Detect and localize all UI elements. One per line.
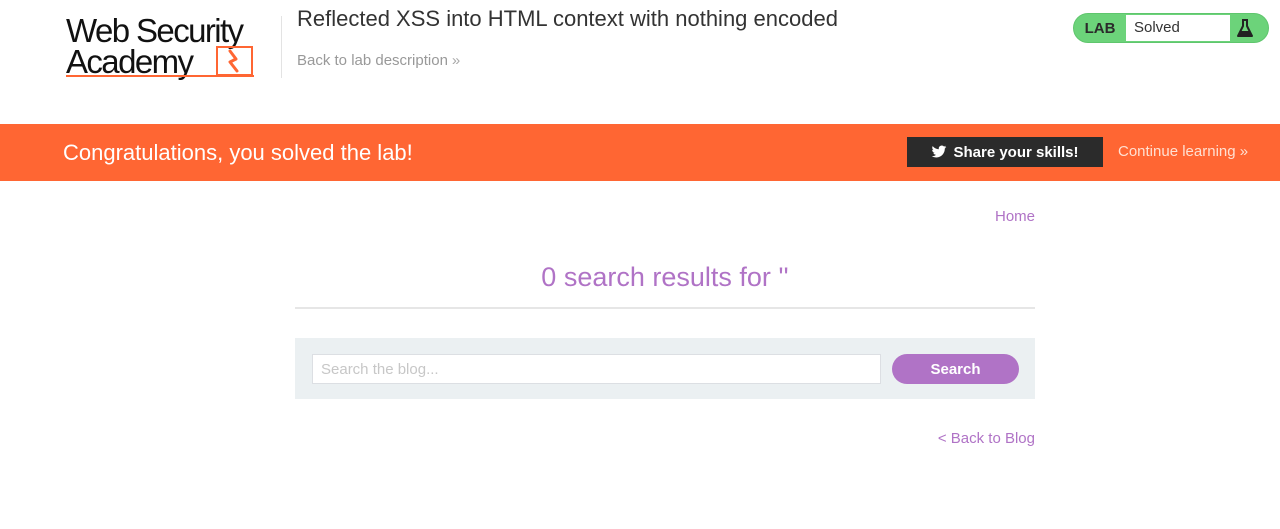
- share-skills-label: Share your skills!: [953, 143, 1079, 161]
- double-chevron-right-icon: »: [1239, 143, 1249, 160]
- continue-learning-link[interactable]: Continue learning »: [1118, 143, 1248, 160]
- lightning-icon: [216, 46, 253, 76]
- back-to-blog-link[interactable]: < Back to Blog: [938, 430, 1035, 447]
- flask-icon: [1237, 19, 1253, 37]
- double-chevron-right-icon: »: [451, 52, 461, 69]
- search-panel: Search: [295, 338, 1035, 399]
- lab-status-widget: LAB Solved: [1073, 13, 1269, 43]
- twitter-icon: [932, 145, 947, 158]
- share-skills-button[interactable]: Share your skills!: [907, 137, 1103, 167]
- search-results-heading: 0 search results for '': [541, 262, 789, 292]
- web-security-academy-logo[interactable]: Web Security Academy: [64, 8, 279, 80]
- header-divider: [281, 16, 282, 78]
- lab-status-value: Solved: [1126, 15, 1230, 41]
- logo-underline: [66, 75, 254, 77]
- heading-divider: [295, 307, 1035, 309]
- search-button[interactable]: Search: [892, 354, 1019, 384]
- home-link[interactable]: Home: [995, 208, 1035, 225]
- back-to-lab-description-link[interactable]: Back to lab description »: [297, 52, 460, 69]
- back-to-lab-description-label: Back to lab description: [297, 52, 448, 69]
- lab-title: Reflected XSS into HTML context with not…: [297, 6, 838, 31]
- congratulations-message: Congratulations, you solved the lab!: [63, 140, 413, 165]
- lab-status-tag: LAB: [1084, 19, 1116, 37]
- solved-banner: Congratulations, you solved the lab! Sha…: [0, 124, 1280, 181]
- lab-header: Web Security Academy Reflected XSS into …: [0, 0, 1280, 124]
- search-input[interactable]: [312, 354, 881, 384]
- continue-learning-label: Continue learning: [1118, 143, 1236, 160]
